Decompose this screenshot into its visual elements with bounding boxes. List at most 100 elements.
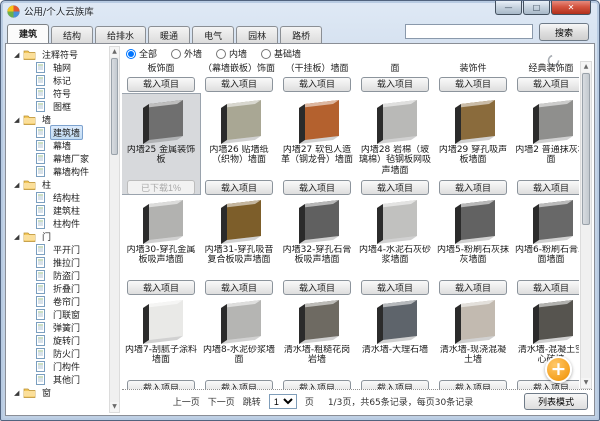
expand-arrow-icon[interactable]: ◢ — [14, 389, 23, 397]
titlebar: 公用/个人云族库 — □ ✕ — [1, 1, 599, 21]
wall-swatch-thumbnail — [524, 196, 578, 244]
family-card[interactable]: 内墙6-粉刷石膏罩面墙面 载入项目 — [512, 194, 579, 294]
filter-radio[interactable] — [261, 49, 271, 59]
scroll-down-icon[interactable]: ▼ — [581, 378, 591, 388]
filter-label: 内墙 — [229, 47, 247, 60]
discipline-tab[interactable]: 路桥 — [280, 26, 322, 43]
grid-scrollbar[interactable]: ▲ ▼ — [580, 61, 592, 389]
load-into-project-button[interactable]: 载入项目 — [283, 77, 351, 92]
load-into-project-button[interactable]: 载入项目 — [517, 77, 579, 92]
family-card[interactable]: 内墙31-穿孔吸音复合板吸声墙面 载入项目 — [200, 194, 278, 294]
family-card[interactable]: 内墙25 金属装饰板 已下载1% — [122, 94, 200, 194]
family-card[interactable]: 内墙8-水泥砂浆墙面 载入项目 — [200, 294, 278, 390]
load-into-project-button[interactable]: 载入项目 — [205, 380, 273, 389]
expand-arrow-icon[interactable]: ◢ — [14, 51, 23, 59]
load-into-project-button[interactable]: 载入项目 — [127, 77, 195, 92]
discipline-tab[interactable]: 电气 — [192, 26, 234, 43]
family-card[interactable]: 内墙5-粉刷石灰抹灰墙面 载入项目 — [434, 194, 512, 294]
maximize-button[interactable]: □ — [523, 1, 550, 15]
clipped-family-name: 板饰面 — [122, 61, 200, 72]
family-card[interactable]: 内墙32-穿孔石膏板吸声墙面 载入项目 — [278, 194, 356, 294]
next-page-link[interactable]: 下一页 — [208, 395, 235, 408]
wall-type-filters: 全部 外墙 内墙 基础墙 — [122, 46, 592, 61]
wall-swatch-thumbnail — [368, 196, 422, 244]
discipline-tabs: 建筑 结构 给排水 暖通 电气 园林 路桥 — [7, 24, 324, 43]
document-icon — [34, 270, 47, 281]
family-card[interactable]: 内墙26 贴墙纸（织物）墙面 载入项目 — [200, 94, 278, 194]
document-icon — [34, 166, 47, 177]
search-input[interactable] — [405, 24, 533, 39]
scroll-up-icon[interactable]: ▲ — [110, 47, 119, 57]
clipped-family-name: 面 — [356, 61, 434, 72]
expand-arrow-icon[interactable]: ◢ — [14, 116, 23, 124]
add-plus-button[interactable]: + — [545, 356, 572, 383]
tab-bar: 建筑 结构 给排水 暖通 电气 园林 路桥 搜索 — [5, 21, 595, 43]
expand-arrow-icon[interactable]: ◢ — [14, 233, 23, 241]
filter-option[interactable]: 全部 — [126, 47, 157, 60]
document-icon — [34, 296, 47, 307]
document-icon — [34, 335, 47, 346]
document-icon — [34, 205, 47, 216]
family-card[interactable]: 清水墙-粗糙花岗岩墙 载入项目 — [278, 294, 356, 390]
family-name: 内墙30-穿孔金属板吸声墙面 — [124, 245, 198, 276]
document-icon — [34, 88, 47, 99]
filter-radio[interactable] — [126, 49, 136, 59]
pagination-bar: 上一页 下一页 跳转 1 页 1/3页，共65条记录，每页30条记录 列表模式 — [122, 389, 592, 413]
load-into-project-button[interactable]: 载入项目 — [205, 77, 273, 92]
document-icon — [34, 75, 47, 86]
wall-swatch-thumbnail — [446, 296, 500, 344]
minimize-button[interactable]: — — [495, 1, 522, 15]
family-card[interactable]: 内墙28 岩棉（玻璃棉）毡钢板网吸声墙面 载入项目 — [356, 94, 434, 194]
family-card[interactable]: 内墙4-水泥石灰砂浆墙面 载入项目 — [356, 194, 434, 294]
clipped-family-card: （干挂板）墙面 载入项目 — [278, 61, 356, 92]
tree-item[interactable]: ◢ 其他门 — [8, 373, 108, 386]
close-button[interactable]: ✕ — [551, 1, 591, 15]
filter-radio[interactable] — [171, 49, 181, 59]
family-card[interactable]: 内墙7-刮腻子涂料墙面 载入项目 — [122, 294, 200, 390]
family-card[interactable]: 清水墙-现浇混凝土墙 载入项目 — [434, 294, 512, 390]
tree-item[interactable]: ◢ 图框 — [8, 100, 108, 113]
page-number-select[interactable]: 1 — [269, 394, 297, 409]
load-into-project-button[interactable]: 载入项目 — [283, 380, 351, 389]
filter-label: 外墙 — [184, 47, 202, 60]
discipline-tab[interactable]: 建筑 — [7, 24, 49, 43]
list-mode-button[interactable]: 列表模式 — [524, 393, 588, 410]
wall-swatch-thumbnail — [368, 296, 422, 344]
discipline-tab[interactable]: 给排水 — [95, 26, 146, 43]
expand-arrow-icon[interactable]: ◢ — [14, 181, 23, 189]
document-icon — [34, 322, 47, 333]
family-card[interactable]: 内墙2 普通抹灰墙面 载入项目 — [512, 94, 579, 194]
load-into-project-button[interactable]: 载入项目 — [439, 380, 507, 389]
grid-scroll-thumb[interactable] — [582, 73, 590, 225]
tree-scroll-thumb[interactable] — [111, 58, 118, 155]
tree-scrollbar[interactable]: ▲ ▼ — [109, 46, 120, 413]
scroll-down-icon[interactable]: ▼ — [110, 402, 119, 412]
family-card[interactable]: 清水墙-大理石墙 载入项目 — [356, 294, 434, 390]
family-card[interactable]: 内墙29 穿孔吸声板墙面 载入项目 — [434, 94, 512, 194]
tree-item[interactable]: ◢ 柱构件 — [8, 217, 108, 230]
load-into-project-button[interactable]: 载入项目 — [439, 77, 507, 92]
document-icon — [34, 140, 47, 151]
clipped-family-card: 经典装饰面 载入项目 — [512, 61, 579, 92]
tree-item[interactable]: ◢ 幕墙构件 — [8, 165, 108, 178]
load-into-project-button[interactable]: 载入项目 — [517, 380, 579, 389]
folder-icon — [23, 114, 36, 125]
load-into-project-button[interactable]: 载入项目 — [361, 77, 429, 92]
load-into-project-button[interactable]: 载入项目 — [361, 380, 429, 389]
tree-item[interactable]: ◢ 窗 — [8, 386, 108, 399]
filter-option[interactable]: 外墙 — [171, 47, 202, 60]
search-button[interactable]: 搜索 — [539, 23, 589, 41]
filter-option[interactable]: 内墙 — [216, 47, 247, 60]
load-into-project-button[interactable]: 载入项目 — [127, 380, 195, 389]
family-card[interactable]: 内墙30-穿孔金属板吸声墙面 载入项目 — [122, 194, 200, 294]
discipline-tab[interactable]: 结构 — [51, 26, 93, 43]
family-card[interactable]: 内墙27 软包人造革（钢龙骨）墙面 载入项目 — [278, 94, 356, 194]
discipline-tab[interactable]: 暖通 — [148, 26, 190, 43]
scroll-up-icon[interactable]: ▲ — [581, 62, 591, 72]
discipline-tab[interactable]: 园林 — [236, 26, 278, 43]
wall-swatch-thumbnail — [524, 96, 578, 144]
filter-option[interactable]: 基础墙 — [261, 47, 301, 60]
filter-radio[interactable] — [216, 49, 226, 59]
clipped-family-card: 面 载入项目 — [356, 61, 434, 92]
prev-page-link[interactable]: 上一页 — [173, 395, 200, 408]
